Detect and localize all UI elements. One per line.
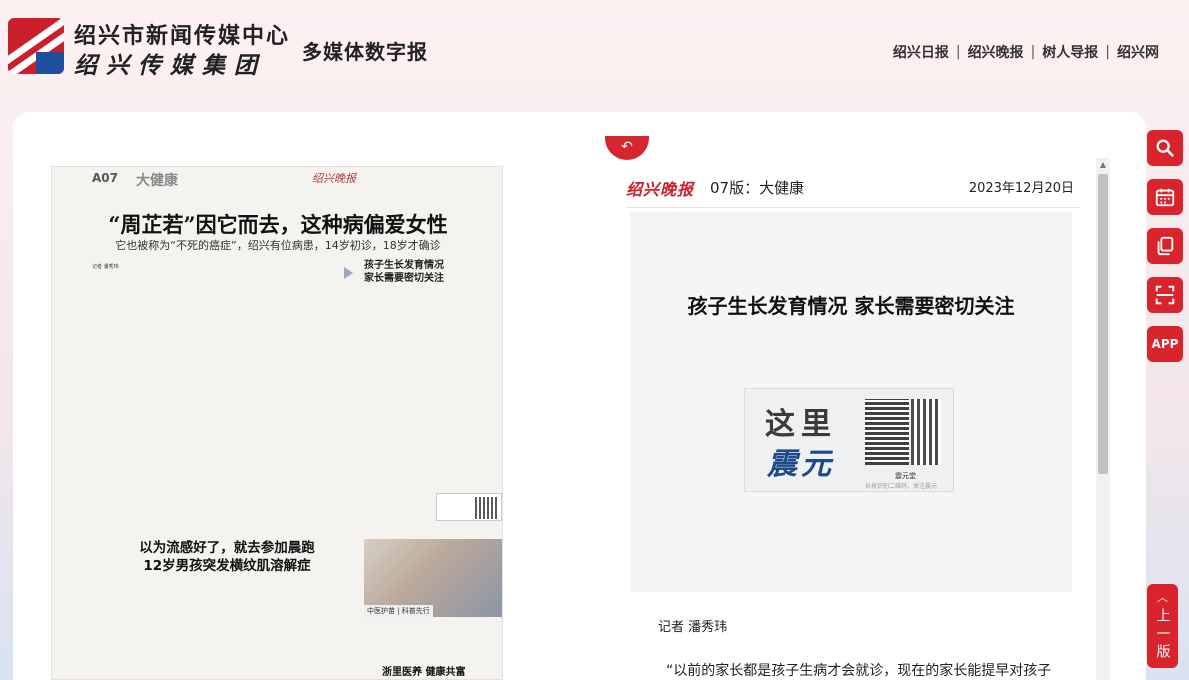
- nav-separator: |: [1105, 44, 1110, 60]
- app-button[interactable]: APP: [1147, 326, 1183, 362]
- app-icon: APP: [1151, 337, 1179, 351]
- search-button[interactable]: [1147, 130, 1183, 166]
- pointer-marker-icon: [344, 267, 353, 279]
- qr-code-icon: [475, 497, 497, 519]
- newspaper-page[interactable]: A07 大健康 绍兴晚报 “周芷若”因它而去，这种病偏爱女性 它也被称为“不死的…: [51, 166, 503, 680]
- paper-subhead: 它也被称为“不死的癌症”，绍兴有位病患，14岁初诊，18岁才确诊: [115, 239, 441, 252]
- undo-arrow-icon: ↶: [621, 139, 633, 155]
- copy-icon: [1157, 236, 1174, 256]
- text-column: [92, 259, 212, 529]
- previous-page-label: 上一版: [1154, 608, 1171, 662]
- evening-news-logo: 绍兴晚报: [626, 180, 695, 199]
- calendar-icon: [1155, 188, 1175, 207]
- paper-photo[interactable]: 中医护苗 | 科普先行: [364, 539, 502, 617]
- section-name: 大健康: [136, 173, 178, 189]
- site-title: 多媒体数字报: [302, 40, 428, 64]
- calendar-button[interactable]: [1147, 179, 1183, 215]
- search-icon: [1156, 139, 1174, 157]
- scroll-up-icon[interactable]: ▲: [1096, 158, 1110, 172]
- article-scrollbar[interactable]: ▲: [1096, 158, 1110, 680]
- site-header: 绍兴市新闻传媒中心 绍兴传媒集团 多媒体数字报 绍兴日报 | 绍兴晚报 | 树人…: [0, 0, 1189, 100]
- group-logo[interactable]: [8, 18, 64, 74]
- copy-button[interactable]: [1147, 228, 1183, 264]
- paper-headline[interactable]: “周芷若”因它而去，这种病偏爱女性: [52, 209, 502, 239]
- page-number: A07: [92, 171, 118, 185]
- nav-separator: |: [1030, 44, 1036, 60]
- paper-headline-3[interactable]: 浙里医养 健康共富: [382, 663, 465, 678]
- qr-note: 长按识别二维码，关注震元: [865, 483, 938, 490]
- nav-shuren-guide[interactable]: 树人导报: [1042, 42, 1098, 62]
- previous-page-button[interactable]: ︿ 上一版: [1147, 584, 1178, 668]
- side-article-headline[interactable]: 孩子生长发育情况 家长需要密切关注: [364, 259, 444, 285]
- article-header: 绍兴晚报 07版：大健康 2023年12月20日: [626, 172, 1080, 208]
- banner-text-1: 这里: [765, 407, 837, 442]
- article-reporter: 记者 潘秀玮: [658, 620, 728, 635]
- ad-banner[interactable]: 这里 震元 震元堂 长按识别二维码，关注震元: [744, 388, 954, 492]
- scan-button[interactable]: [1147, 277, 1183, 313]
- article-paragraph: “以前的家长都是孩子生病才会就诊，现在的家长能提早对孩子: [666, 663, 1052, 679]
- article-title: 孩子生长发育情况 家长需要密切关注: [687, 294, 1015, 318]
- banner-text-2: 震元: [767, 447, 835, 482]
- text-column: [216, 577, 356, 679]
- article-date: 2023年12月20日: [968, 181, 1074, 196]
- nav-shaoxing-net[interactable]: 绍兴网: [1117, 42, 1159, 62]
- qr-code-icon: [911, 399, 941, 465]
- photo-tag: 中医护苗 | 科普先行: [364, 605, 433, 617]
- article-page-label: 07版：大健康: [710, 179, 805, 197]
- chevron-up-icon: ︿: [1157, 591, 1168, 604]
- qr-caption: 震元堂: [895, 472, 916, 480]
- nav-shaoxing-evening[interactable]: 绍兴晚报: [968, 42, 1024, 62]
- paper-masthead: 绍兴晚报: [312, 172, 356, 185]
- paper-headline-2[interactable]: 以为流感好了，就去参加晨跑 12岁男孩突发横纹肌溶解症: [92, 539, 362, 575]
- nav-separator: |: [955, 44, 961, 60]
- text-column: [364, 619, 502, 659]
- org-name-line2: 绍兴传媒集团: [74, 52, 266, 79]
- top-nav: 绍兴日报 | 绍兴晚报 | 树人导报 | 绍兴网: [893, 42, 1159, 62]
- paper-ad-qr: [436, 493, 502, 521]
- text-column: [92, 581, 212, 679]
- qr-code-icon: [865, 399, 909, 465]
- text-column: [216, 259, 340, 529]
- article-content-box: 孩子生长发育情况 家长需要密切关注 这里 震元 震元堂 长按识别二维码，关注震元: [630, 212, 1072, 592]
- scan-icon: [1155, 285, 1175, 305]
- article-pane: 绍兴晚报 07版：大健康 2023年12月20日 孩子生长发育情况 家长需要密切…: [622, 164, 1080, 680]
- nav-shaoxing-daily[interactable]: 绍兴日报: [893, 42, 949, 62]
- scrollbar-thumb[interactable]: [1098, 174, 1108, 474]
- text-column: [364, 297, 434, 537]
